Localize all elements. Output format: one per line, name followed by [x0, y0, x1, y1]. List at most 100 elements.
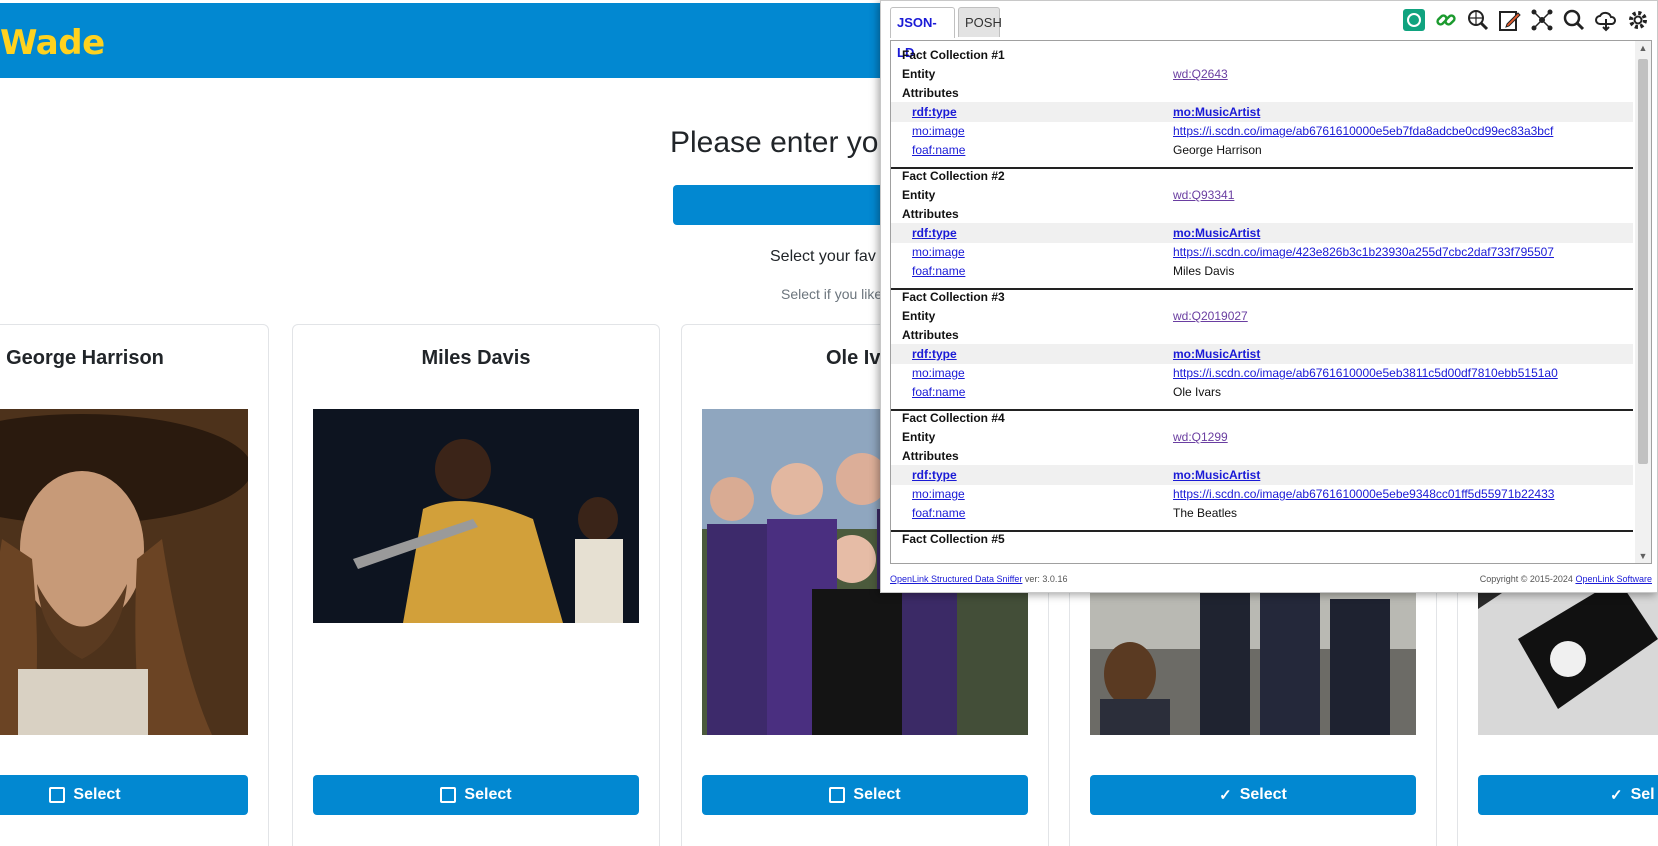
scroll-down-icon[interactable]: ▼	[1638, 551, 1648, 561]
fact-collection: Fact Collection #2 Entity wd:Q93341 Attri…	[891, 162, 1633, 290]
attribute-row: foaf:name The Beatles	[891, 503, 1633, 523]
entity-label: Entity	[902, 309, 936, 323]
property-link[interactable]: foaf:name	[912, 503, 965, 523]
fact-collection: Fact Collection #3 Entity wd:Q2019027 Att…	[891, 283, 1633, 411]
value-link[interactable]: mo:MusicArtist	[1173, 223, 1260, 243]
edit-icon[interactable]	[1497, 7, 1523, 33]
select-button[interactable]: Select	[0, 775, 248, 815]
select-button[interactable]: ✓ Select	[1090, 775, 1416, 815]
property-link[interactable]: mo:image	[912, 363, 965, 383]
select-button[interactable]: ✓ Sel	[1478, 775, 1658, 815]
attribute-row: foaf:name Miles Davis	[891, 261, 1633, 281]
page: Wade Please enter you Artists li Select …	[0, 0, 1658, 846]
fact-title: Fact Collection #3	[902, 290, 1005, 304]
property-link[interactable]: rdf:type	[912, 102, 957, 122]
entity-row: Entity wd:Q1299	[891, 427, 1633, 447]
artist-photo	[313, 409, 639, 623]
select-button[interactable]: Select	[702, 775, 1028, 815]
select-label: Select	[853, 786, 901, 803]
attributes-label: Attributes	[902, 86, 959, 100]
value-link[interactable]: https://i.scdn.co/image/ab6761610000e5eb…	[1173, 363, 1558, 383]
json-ld-results[interactable]: Fact Collection #1 Entity wd:Q2643 Attrib…	[890, 40, 1652, 564]
property-link[interactable]: foaf:name	[912, 382, 965, 402]
property-link[interactable]: rdf:type	[912, 465, 957, 485]
select-label: Select	[73, 786, 121, 803]
value-link[interactable]: https://i.scdn.co/image/ab6761610000e5eb…	[1173, 484, 1554, 504]
openlink-software-link[interactable]: OpenLink Software	[1575, 574, 1652, 584]
entity-label: Entity	[902, 67, 936, 81]
attribute-row: foaf:name George Harrison	[891, 140, 1633, 160]
value-link[interactable]: mo:MusicArtist	[1173, 102, 1260, 122]
attributes-row: Attributes	[891, 446, 1633, 466]
entity-row: Entity wd:Q93341	[891, 185, 1633, 205]
magnify-icon[interactable]	[1561, 7, 1587, 33]
entity-link[interactable]: wd:Q93341	[1173, 185, 1234, 205]
property-link[interactable]: foaf:name	[912, 140, 965, 160]
property-link[interactable]: mo:image	[912, 484, 965, 504]
copyright-info: Copyright © 2015-2024 OpenLink Software	[1480, 574, 1652, 584]
checkbox-empty-icon	[440, 787, 457, 803]
property-link[interactable]: rdf:type	[912, 344, 957, 364]
sniffer-home-link[interactable]: OpenLink Structured Data Sniffer	[890, 574, 1022, 584]
chatgpt-icon[interactable]	[1401, 7, 1427, 33]
select-button[interactable]: Select	[313, 775, 639, 815]
property-link[interactable]: mo:image	[912, 121, 965, 141]
fact-title: Fact Collection #1	[902, 48, 1005, 62]
value-link[interactable]: https://i.scdn.co/image/ab6761610000e5eb…	[1173, 121, 1553, 141]
cloud-download-icon[interactable]	[1593, 7, 1619, 33]
select-label: Select	[1239, 786, 1287, 803]
attributes-label: Attributes	[902, 328, 959, 342]
attribute-row: mo:image https://i.scdn.co/image/ab676161…	[891, 121, 1633, 141]
artist-name: Miles Davis	[421, 347, 531, 369]
network-icon[interactable]	[1529, 7, 1555, 33]
attribute-row: foaf:name Ole Ivars	[891, 382, 1633, 402]
attributes-label: Attributes	[902, 449, 959, 463]
version-text: ver: 3.0.16	[1022, 574, 1068, 584]
fact-title-row: Fact Collection #1	[891, 45, 1633, 65]
fact-title: Fact Collection #5	[902, 532, 1005, 546]
tab-posh[interactable]: POSH	[958, 7, 1002, 37]
version-info: OpenLink Structured Data Sniffer ver: 3.…	[890, 574, 1067, 584]
value-text: Ole Ivars	[1173, 385, 1222, 399]
data-sniffer-panel: JSON-LD POSH Fact Collection #1 Entity w…	[880, 0, 1658, 593]
property-link[interactable]: mo:image	[912, 242, 965, 262]
scroll-up-icon[interactable]: ▲	[1638, 43, 1648, 53]
entity-link[interactable]: wd:Q1299	[1173, 427, 1228, 447]
property-link[interactable]: foaf:name	[912, 261, 965, 281]
value-link[interactable]: mo:MusicArtist	[1173, 344, 1260, 364]
attribute-row: mo:image https://i.scdn.co/image/ab676161…	[891, 363, 1633, 383]
select-label: Select	[464, 786, 512, 803]
fact-title-row: Fact Collection #5	[891, 529, 1633, 549]
entity-link[interactable]: wd:Q2643	[1173, 64, 1228, 84]
checkbox-empty-icon	[49, 787, 66, 803]
property-link[interactable]: rdf:type	[912, 223, 957, 243]
attribute-row: rdf:type mo:MusicArtist	[891, 465, 1633, 485]
attributes-row: Attributes	[891, 204, 1633, 224]
checkmark-icon: ✓	[1610, 787, 1623, 804]
value-text: The Beatles	[1173, 506, 1238, 520]
attribute-row: mo:image https://i.scdn.co/image/ab676161…	[891, 484, 1633, 504]
entity-label: Entity	[902, 188, 936, 202]
globe-search-icon[interactable]	[1465, 7, 1491, 33]
settings-gear-icon[interactable]	[1625, 7, 1651, 33]
value-text: George Harrison	[1173, 143, 1262, 157]
sniffer-toolbar	[1401, 7, 1651, 33]
tab-json-ld[interactable]: JSON-LD	[890, 7, 955, 60]
select-favorites-text: Select your fav	[770, 248, 876, 265]
value-link[interactable]: mo:MusicArtist	[1173, 465, 1260, 485]
select-hint-text: Select if you like	[781, 286, 883, 302]
results-scrollbar[interactable]: ▲ ▼	[1635, 41, 1651, 563]
checkmark-icon: ✓	[1219, 787, 1232, 804]
entity-row: Entity wd:Q2019027	[891, 306, 1633, 326]
fact-title: Fact Collection #2	[902, 169, 1005, 183]
select-label: Sel	[1630, 786, 1655, 803]
link-icon[interactable]	[1433, 7, 1459, 33]
value-link[interactable]: https://i.scdn.co/image/423e826b3c1b2393…	[1173, 242, 1554, 262]
site-brand[interactable]: Wade	[0, 23, 105, 63]
scroll-thumb[interactable]	[1638, 59, 1648, 464]
entity-link[interactable]: wd:Q2019027	[1173, 306, 1248, 326]
checkbox-empty-icon	[829, 787, 846, 803]
attribute-row: mo:image https://i.scdn.co/image/423e826b…	[891, 242, 1633, 262]
fact-collection: Fact Collection #1 Entity wd:Q2643 Attrib…	[891, 41, 1633, 169]
entity-row: Entity wd:Q2643	[891, 64, 1633, 84]
